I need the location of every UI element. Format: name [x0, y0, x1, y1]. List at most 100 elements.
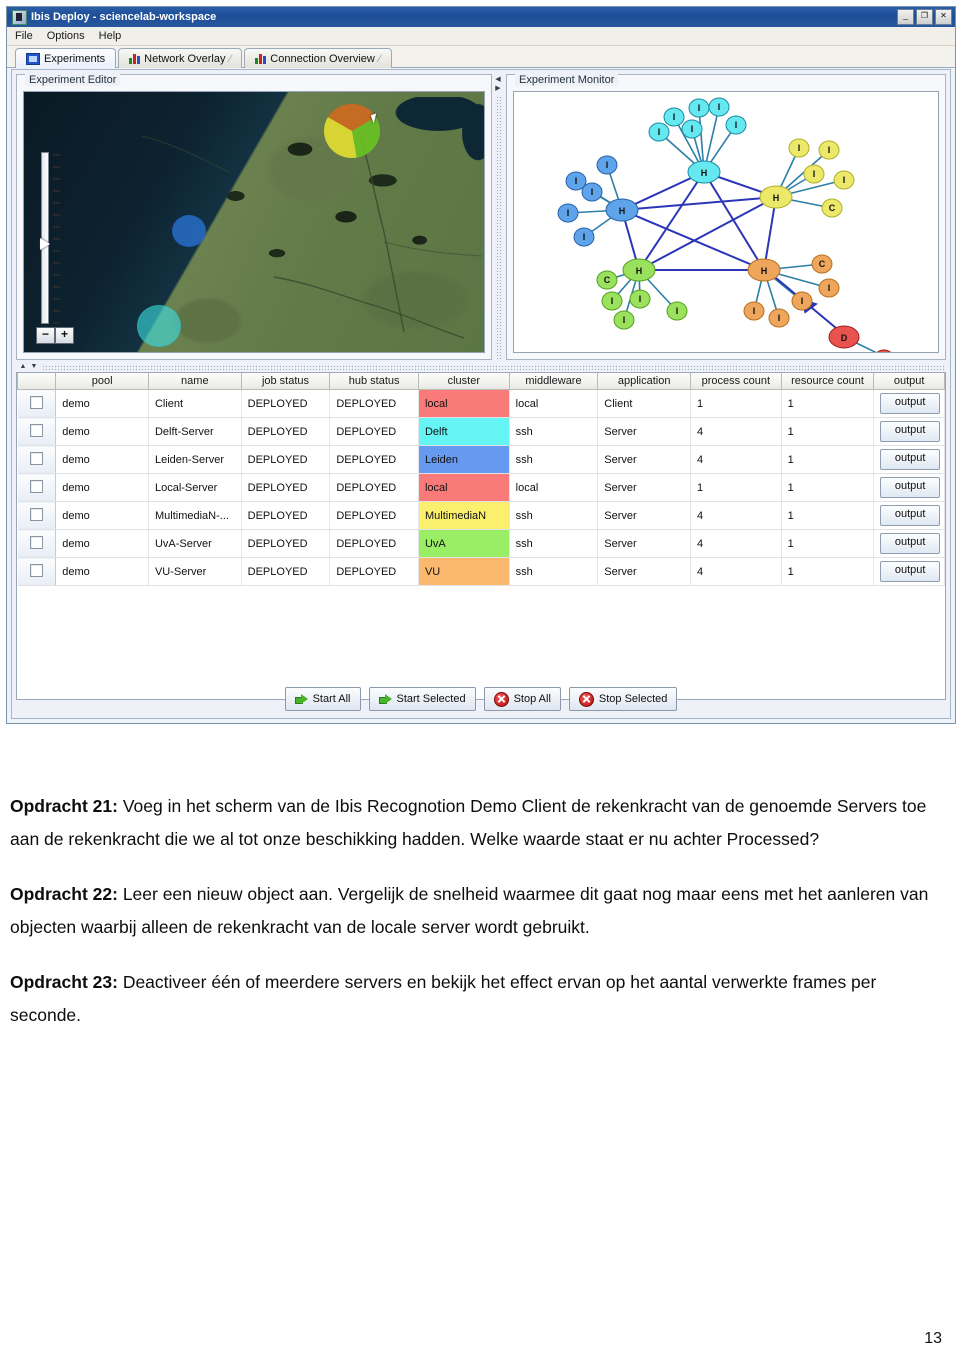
close-button[interactable]: ✕: [935, 9, 952, 25]
detach-icon[interactable]: ⁄: [379, 53, 381, 65]
cell-pool: demo: [55, 473, 149, 502]
table-row[interactable]: demo UvA-Server DEPLOYED DEPLOYED UvA ssh Serv…: [17, 529, 945, 558]
cell-middleware: ssh: [509, 529, 599, 558]
svg-text:I: I: [778, 313, 781, 323]
output-button[interactable]: output: [880, 561, 940, 582]
menu-item-file[interactable]: File: [15, 30, 33, 42]
svg-text:I: I: [753, 306, 756, 316]
splitter-collapse-down-icon[interactable]: ▼: [29, 363, 39, 371]
horizontal-splitter[interactable]: ▲ ▼: [16, 362, 946, 372]
table-row[interactable]: demo MultimediaN-... DEPLOYED DEPLOYED Multi…: [17, 501, 945, 530]
row-checkbox[interactable]: [29, 535, 43, 549]
map-zoom-slider[interactable]: [40, 152, 60, 324]
row-checkbox[interactable]: [29, 479, 43, 493]
start-all-button[interactable]: Start All: [284, 687, 361, 711]
cell-middleware: local: [509, 473, 599, 502]
cell-output[interactable]: output: [873, 557, 945, 586]
row-select-cell[interactable]: [17, 389, 57, 418]
cell-output[interactable]: output: [873, 417, 945, 446]
output-button[interactable]: output: [880, 393, 940, 414]
col-process-count[interactable]: process count: [689, 373, 782, 390]
svg-text:I: I: [735, 120, 738, 130]
row-checkbox[interactable]: [29, 395, 43, 409]
row-checkbox[interactable]: [29, 451, 43, 465]
splitter-collapse-right-icon[interactable]: ▶: [494, 85, 502, 93]
start-selected-button[interactable]: Start Selected: [368, 687, 476, 711]
output-button[interactable]: output: [880, 505, 940, 526]
cell-name: MultimediaN-...: [148, 501, 242, 530]
detach-icon[interactable]: ⁄: [229, 53, 231, 65]
stop-selected-button[interactable]: Stop Selected: [568, 687, 678, 711]
row-select-cell[interactable]: [17, 417, 57, 446]
exercise-22: Opdracht 22: Leer een nieuw object aan. …: [0, 878, 960, 944]
row-select-cell[interactable]: [17, 473, 57, 502]
experiments-table: pool name job status hub status cluster …: [17, 373, 945, 694]
exercise-22-text: Leer een nieuw object aan. Vergelijk de …: [10, 884, 929, 937]
experiment-monitor-panel: Experiment Monitor H H H H H D I I I I I…: [506, 74, 946, 360]
experiments-table-container[interactable]: pool name job status hub status cluster …: [16, 372, 946, 700]
svg-text:I: I: [575, 176, 578, 186]
cell-pool: demo: [55, 529, 149, 558]
minimize-button[interactable]: _: [897, 9, 914, 25]
blue-circle-marker[interactable]: [172, 215, 206, 247]
svg-text:H: H: [773, 193, 780, 203]
tab-network-overlay[interactable]: Network Overlay ⁄: [118, 48, 243, 68]
row-checkbox[interactable]: [29, 563, 43, 577]
table-row[interactable]: demo Delft-Server DEPLOYED DEPLOYED Delft ssh…: [17, 417, 945, 446]
cell-resource-count: 1: [781, 473, 875, 502]
table-row[interactable]: demo Local-Server DEPLOYED DEPLOYED local loc…: [17, 473, 945, 502]
table-row[interactable]: demo Client DEPLOYED DEPLOYED local local Clie…: [17, 389, 945, 418]
cell-job-status: DEPLOYED: [241, 473, 331, 502]
tab-experiments[interactable]: Experiments: [15, 48, 117, 69]
cell-output[interactable]: output: [873, 529, 945, 558]
splitter-collapse-up-icon[interactable]: ▲: [18, 363, 28, 371]
menu-item-options[interactable]: Options: [47, 30, 85, 42]
col-cluster[interactable]: cluster: [417, 373, 510, 390]
maximize-button[interactable]: ❐: [916, 9, 933, 25]
cell-output[interactable]: output: [873, 501, 945, 530]
row-select-cell[interactable]: [17, 501, 57, 530]
output-button[interactable]: output: [880, 477, 940, 498]
zoom-in-button[interactable]: +: [55, 327, 74, 344]
cell-output[interactable]: output: [873, 445, 945, 474]
experiments-tab-content: Experiment Editor − + ◀ ▶ Experiment Mon…: [11, 69, 951, 719]
row-checkbox[interactable]: [29, 507, 43, 521]
col-hub-status[interactable]: hub status: [329, 373, 419, 390]
cell-output[interactable]: output: [873, 473, 945, 502]
splitter-collapse-left-icon[interactable]: ◀: [494, 76, 502, 84]
table-empty-row: [17, 640, 945, 667]
col-output[interactable]: output: [873, 373, 945, 390]
cyan-circle-marker[interactable]: [137, 305, 181, 347]
output-button[interactable]: output: [880, 449, 940, 470]
zoom-out-button[interactable]: −: [36, 327, 55, 344]
zoom-slider-knob[interactable]: [40, 238, 50, 250]
satellite-map[interactable]: − +: [24, 92, 484, 352]
row-checkbox[interactable]: [29, 423, 43, 437]
svg-text:I: I: [611, 296, 614, 306]
table-row[interactable]: demo VU-Server DEPLOYED DEPLOYED VU ssh Server…: [17, 557, 945, 586]
exercise-23-label: Opdracht 23:: [10, 972, 118, 992]
col-middleware[interactable]: middleware: [508, 373, 599, 390]
col-name[interactable]: name: [147, 373, 242, 390]
col-application[interactable]: application: [597, 373, 691, 390]
row-select-cell[interactable]: [17, 557, 57, 586]
tab-connection-overview[interactable]: Connection Overview ⁄: [244, 48, 392, 68]
cell-output[interactable]: output: [873, 389, 945, 418]
row-select-cell[interactable]: [17, 529, 57, 558]
vertical-splitter[interactable]: ◀ ▶: [492, 74, 504, 360]
menu-item-help[interactable]: Help: [99, 30, 122, 42]
network-graph[interactable]: HHH HHD III III III II III IC CII II C I…: [514, 92, 938, 352]
stop-all-button[interactable]: Stop All: [483, 687, 561, 711]
col-select[interactable]: [17, 373, 57, 390]
col-pool[interactable]: pool: [55, 373, 149, 390]
table-row[interactable]: demo Leiden-Server DEPLOYED DEPLOYED Leiden s…: [17, 445, 945, 474]
col-job-status[interactable]: job status: [240, 373, 331, 390]
cell-pool: demo: [55, 445, 149, 474]
col-resource-count[interactable]: resource count: [780, 373, 875, 390]
output-button[interactable]: output: [880, 421, 940, 442]
row-select-cell[interactable]: [17, 445, 57, 474]
output-button[interactable]: output: [880, 533, 940, 554]
pie-marker-multi-cluster[interactable]: [324, 104, 380, 158]
